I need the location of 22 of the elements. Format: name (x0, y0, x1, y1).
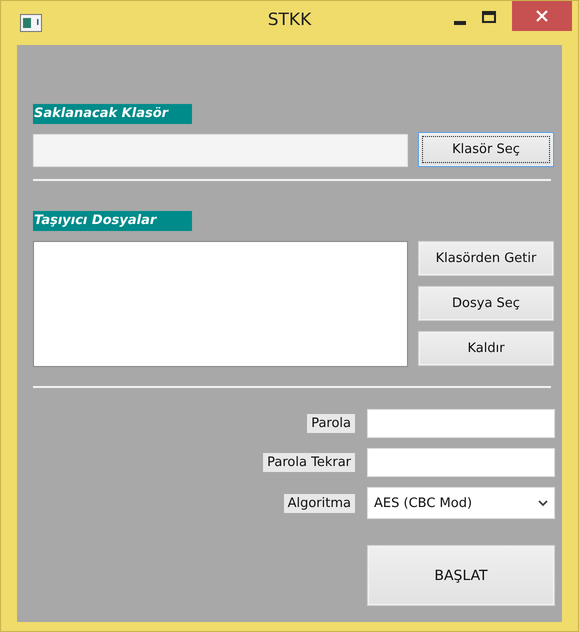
close-icon (536, 10, 548, 22)
app-icon (20, 14, 42, 32)
file-action-button[interactable]: Kaldır (418, 331, 554, 366)
window-title: STKK (268, 10, 312, 30)
password-field[interactable] (367, 448, 555, 477)
chevron-down-icon (538, 500, 548, 506)
field-label: Algoritma (284, 494, 355, 512)
file-action-button[interactable]: Dosya Seç (418, 286, 554, 321)
maximize-icon[interactable] (482, 11, 496, 23)
minimize-icon[interactable] (454, 21, 466, 25)
select-folder-button[interactable]: Klasör Seç (418, 132, 554, 167)
start-button[interactable]: BAŞLAT (367, 545, 555, 606)
folder-path-field[interactable] (33, 134, 408, 167)
field-label: Parola (307, 414, 355, 433)
section-heading: Taşıyıcı Dosyalar (33, 211, 192, 231)
algorithm-dropdown[interactable]: AES (CBC Mod) (367, 487, 555, 519)
close-button[interactable] (512, 1, 572, 31)
section-heading: Saklanacak Klasör (33, 104, 192, 124)
file-action-button[interactable]: Klasörden Getir (418, 241, 554, 276)
password-field[interactable] (367, 409, 555, 438)
field-label: Parola Tekrar (263, 453, 355, 472)
file-list[interactable] (33, 241, 408, 367)
